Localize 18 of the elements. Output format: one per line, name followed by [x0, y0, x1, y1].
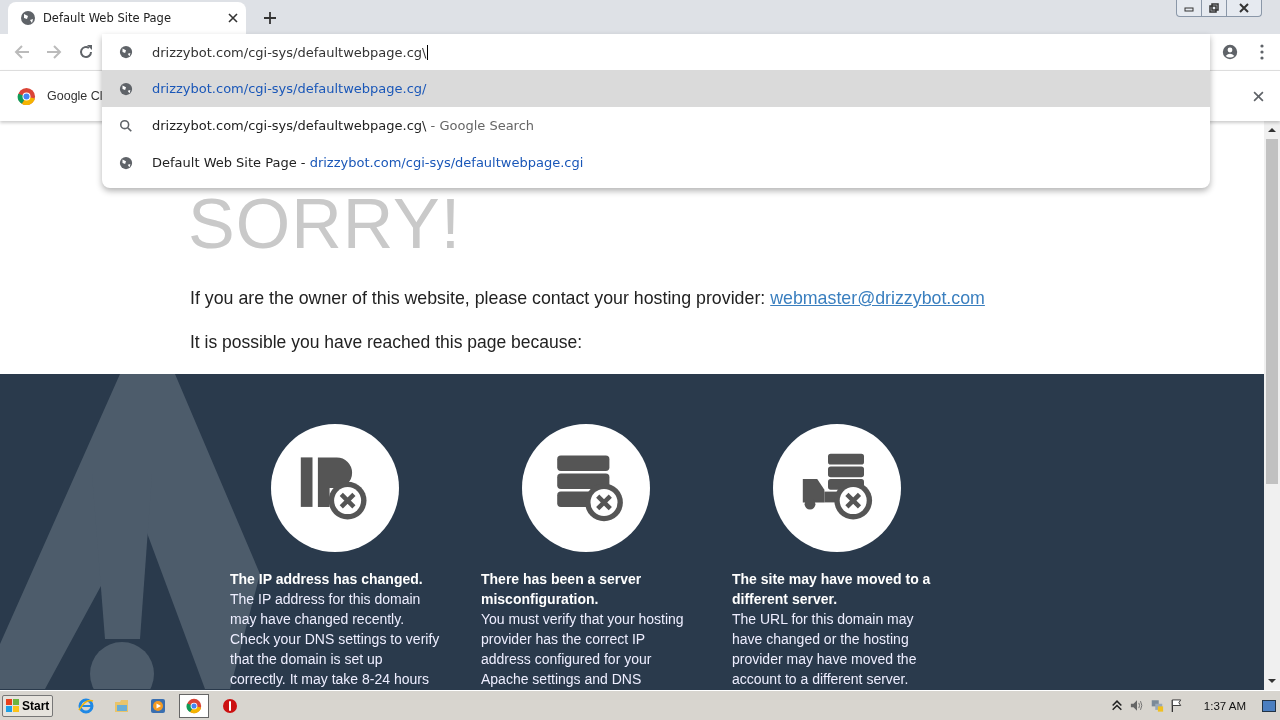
reason-title: There has been a server misconfiguration.	[481, 570, 643, 609]
reason-text: You must verify that your hosting provider has the correct IP address configured for your Apache settings and DNS	[481, 610, 685, 689]
reason-title: The site may have moved to a different server.	[732, 570, 932, 609]
clock[interactable]: 1:37 AM	[1203, 699, 1246, 712]
contact-text: If you are the owner of this website, please contact your hosting provider: webmaster@drizzybot.com	[190, 288, 986, 309]
email-link[interactable]: webmaster@drizzybot.com	[770, 288, 985, 308]
reason-text: The URL for this domain may have changed or the hosting provider may have moved the account to a different server.	[732, 610, 918, 689]
info-bar-text: Google Cl	[47, 89, 103, 103]
tab-title: Default Web Site Page	[43, 11, 172, 25]
start-button[interactable]: Start	[2, 694, 54, 717]
suggestion-item[interactable]: drizzybot.com/cgi-sys/defaultwebpage.cg/	[102, 70, 1210, 107]
browser-tab[interactable]: Default Web Site Page	[8, 2, 246, 34]
address-field[interactable]: drizzybot.com/cgi-sys/defaultwebpage.cg\	[152, 44, 429, 60]
intro-text: It is possible you have reached this page because:	[190, 332, 584, 353]
suggestion-item[interactable]: Default Web Site Page - drizzybot.com/cgi-sys/defaultwebpage.cgi	[102, 144, 1210, 181]
suggestion-item[interactable]: drizzybot.com/cgi-sys/defaultwebpage.cg\ - Google Search	[102, 107, 1210, 144]
reason-title: The IP address has changed.	[230, 570, 424, 589]
reason-text: The IP address for this domain may have changed recently. Check your DNS settings to verify that the domain is set up correctly. It may take 8-24 hours	[230, 590, 440, 689]
